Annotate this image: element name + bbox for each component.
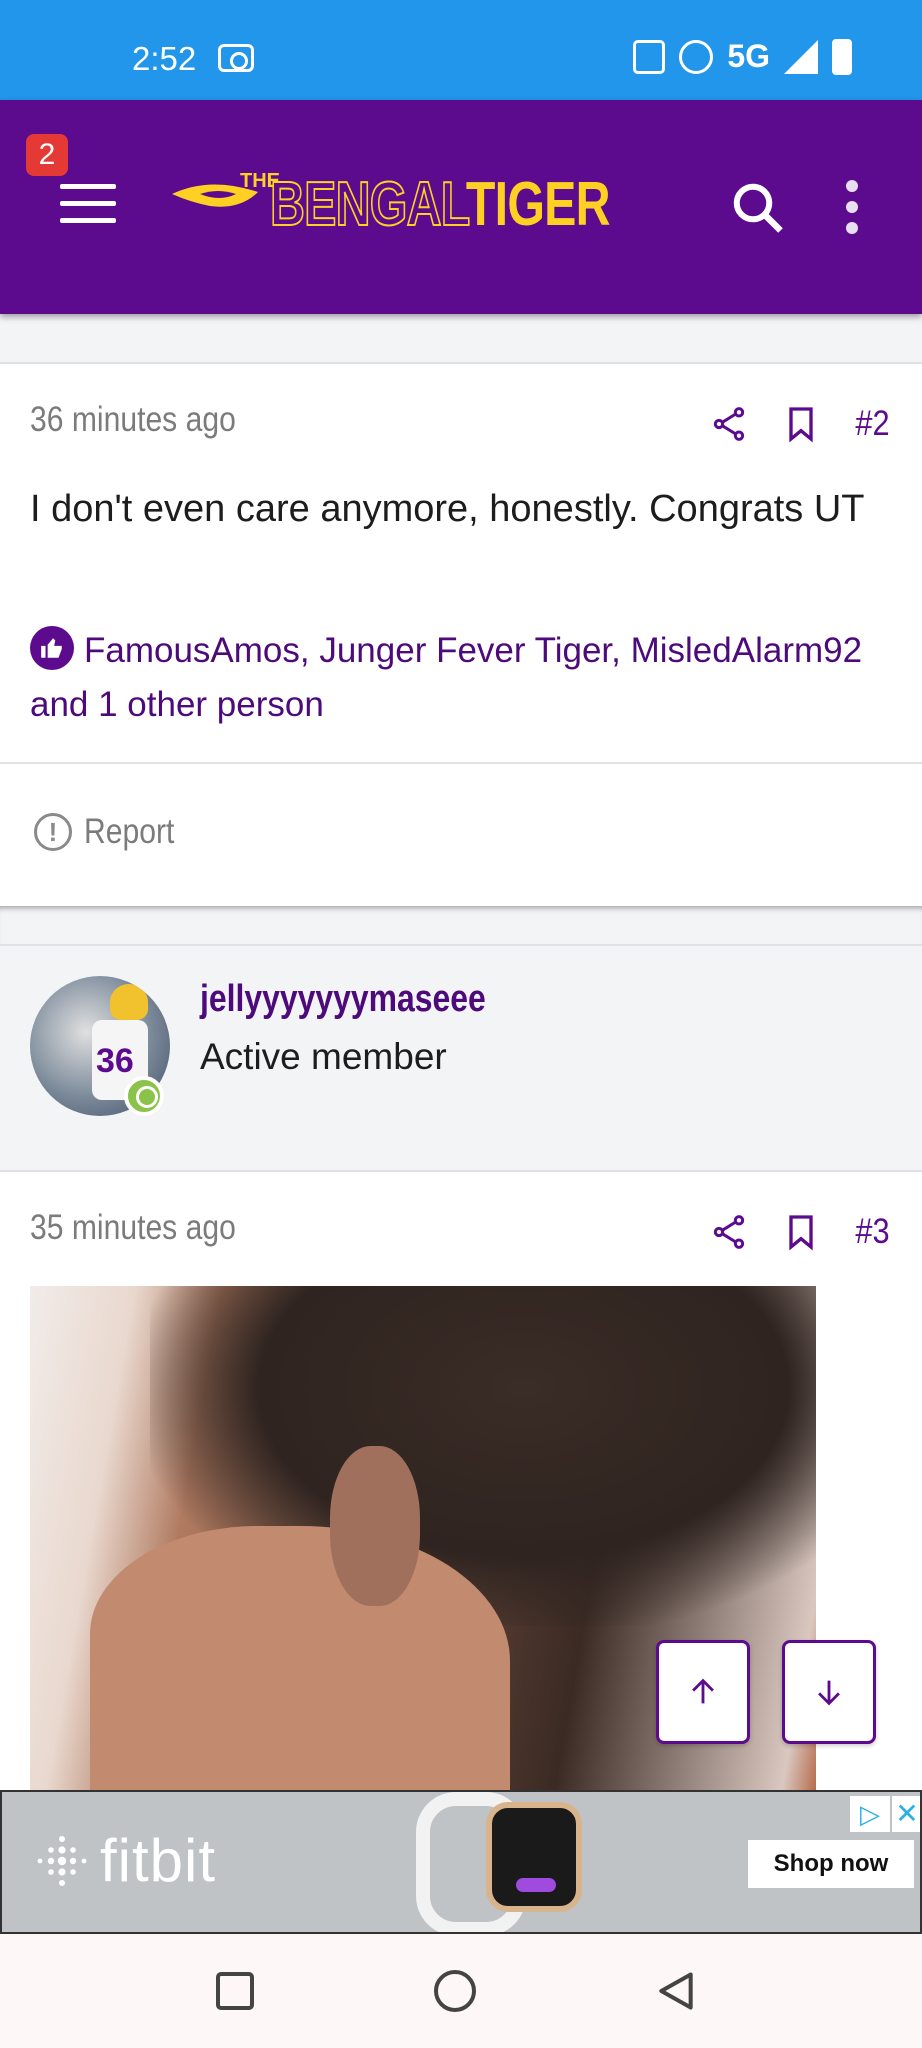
post-time[interactable]: 36 minutes ago bbox=[30, 400, 236, 440]
bookmark-icon[interactable] bbox=[781, 1212, 821, 1252]
status-icons: 5G bbox=[633, 38, 852, 75]
report-button[interactable]: Report bbox=[34, 812, 189, 852]
image-face bbox=[90, 1526, 510, 1796]
status-bar: 2:52 5G bbox=[0, 0, 922, 100]
divider bbox=[0, 762, 922, 764]
post-separator bbox=[0, 906, 922, 946]
shop-now-button[interactable]: Shop now bbox=[748, 1840, 914, 1888]
status-time: 2:52 bbox=[132, 40, 197, 77]
post-actions: #2 bbox=[709, 404, 892, 444]
like-icon bbox=[30, 626, 74, 670]
more-options-icon[interactable] bbox=[846, 180, 862, 236]
username[interactable]: jellyyyyyyymaseee bbox=[200, 978, 486, 1021]
reactions-list[interactable]: FamousAmos, Junger Fever Tiger, MisledAl… bbox=[30, 624, 892, 732]
logo-bengal: BENGAL bbox=[269, 170, 467, 239]
recents-icon[interactable] bbox=[216, 1972, 254, 2010]
scroll-down-button[interactable] bbox=[782, 1640, 876, 1744]
post-number[interactable]: #2 bbox=[855, 404, 889, 444]
site-logo[interactable]: THE BENGALTIGER bbox=[170, 170, 650, 240]
back-icon[interactable] bbox=[654, 1968, 698, 2014]
fitbit-logo: fitbit bbox=[34, 1826, 216, 1895]
battery-charging-icon bbox=[832, 38, 852, 75]
ad-close-icon[interactable]: ✕ bbox=[892, 1796, 920, 1832]
avatar-number: 36 bbox=[96, 1042, 134, 1080]
user-title: Active member bbox=[200, 1036, 447, 1077]
network-type: 5G bbox=[727, 38, 770, 74]
smartwatch-image bbox=[486, 1802, 582, 1912]
reactions-text[interactable]: FamousAmos, Junger Fever Tiger, MisledAl… bbox=[30, 631, 862, 724]
previous-member-block bbox=[0, 314, 922, 364]
hamburger-menu-icon[interactable] bbox=[60, 184, 116, 226]
post-time[interactable]: 35 minutes ago bbox=[30, 1208, 236, 1248]
home-icon[interactable] bbox=[434, 1970, 476, 2012]
share-icon[interactable] bbox=[709, 1212, 749, 1252]
ad-choices-icon[interactable]: ▷ bbox=[850, 1796, 890, 1832]
online-status-icon bbox=[124, 1076, 164, 1116]
fitbit-dots-icon bbox=[37, 1835, 87, 1886]
report-label: Report bbox=[84, 812, 175, 851]
bookmark-icon[interactable] bbox=[781, 404, 821, 444]
arrow-up-icon bbox=[692, 1678, 714, 1704]
scroll-up-button[interactable] bbox=[656, 1640, 750, 1744]
notification-badge[interactable]: 2 bbox=[26, 134, 68, 176]
signal-icon bbox=[784, 39, 818, 74]
report-icon bbox=[34, 813, 72, 851]
post-number[interactable]: #3 bbox=[855, 1212, 889, 1252]
share-icon[interactable] bbox=[709, 404, 749, 444]
logo-wordmark: BENGALTIGER bbox=[269, 170, 611, 239]
search-icon[interactable] bbox=[728, 178, 788, 238]
member-block: 36 jellyyyyyyymaseee Active member bbox=[0, 946, 922, 1172]
logo-tiger: TIGER bbox=[465, 170, 611, 239]
nfc-icon bbox=[633, 39, 666, 74]
avatar-helmet bbox=[110, 984, 148, 1020]
cast-icon bbox=[218, 44, 254, 72]
post-body: I don't even care anymore, honestly. Con… bbox=[30, 488, 865, 530]
alarm-icon bbox=[679, 39, 714, 74]
post-actions: #3 bbox=[709, 1212, 892, 1252]
image-ear bbox=[330, 1446, 420, 1606]
system-nav-bar bbox=[0, 1934, 922, 2048]
ad-banner[interactable]: fitbit Shop now ▷ ✕ bbox=[0, 1790, 922, 1934]
arrow-down-icon bbox=[818, 1680, 840, 1706]
fitbit-brand: fitbit bbox=[100, 1827, 217, 1894]
